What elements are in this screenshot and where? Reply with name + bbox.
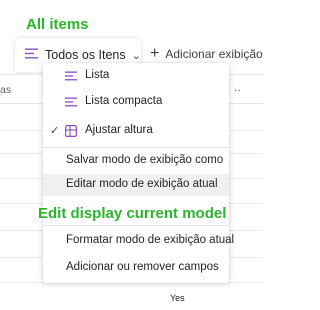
menu-item-format-current-view[interactable]: Formatar modo de exibição atual — [43, 230, 234, 252]
table-grid-icon — [65, 125, 78, 140]
menu-item-edit-current-view[interactable]: Editar modo de exibição atual — [43, 174, 229, 196]
menu-divider — [43, 225, 229, 226]
selected-view-label: Todos os Itens — [45, 48, 126, 62]
menu-item-label: Formatar modo de exibição atual — [66, 234, 235, 246]
add-view-label: Adicionar exibição — [165, 47, 263, 61]
menu-item-list[interactable]: Lista — [43, 65, 229, 87]
menu-item-compact-list[interactable]: Lista compacta — [43, 91, 229, 113]
menu-item-label: Salvar modo de exibição como — [66, 154, 224, 166]
menu-item-label: Editar modo de exibição atual — [66, 178, 218, 190]
column-header-fragment: as — [0, 84, 12, 96]
menu-divider — [43, 147, 229, 148]
menu-item-label: Lista compacta — [85, 95, 163, 107]
menu-item-fit-height[interactable]: ✓ Ajustar altura — [43, 120, 229, 142]
list-lines-icon — [25, 46, 38, 64]
annotation-edit-view: Edit display current model — [38, 205, 227, 222]
view-options-menu: Lista Lista compacta ✓ Ajustar altura Sa… — [43, 63, 234, 283]
menu-item-label: Ajustar altura — [85, 124, 153, 136]
menu-item-label: Adicionar ou remover campos — [66, 261, 219, 273]
compact-list-icon — [65, 97, 77, 110]
list-lines-icon — [65, 71, 77, 84]
menu-item-save-view-as[interactable]: Salvar modo de exibição como — [43, 150, 229, 172]
annotation-all-items: All items — [26, 16, 89, 33]
checkmark-icon: ✓ — [50, 125, 60, 137]
menu-item-add-remove-columns[interactable]: Adicionar ou remover campos — [43, 257, 229, 279]
table-cell: Yes — [170, 293, 185, 303]
chevron-down-icon: ⌄ — [131, 49, 141, 62]
menu-item-label: Lista — [85, 69, 110, 81]
plus-icon: + — [150, 45, 160, 62]
add-view-button[interactable]: + Adicionar exibição — [150, 45, 263, 62]
column-header-overflow: .. — [234, 80, 241, 94]
